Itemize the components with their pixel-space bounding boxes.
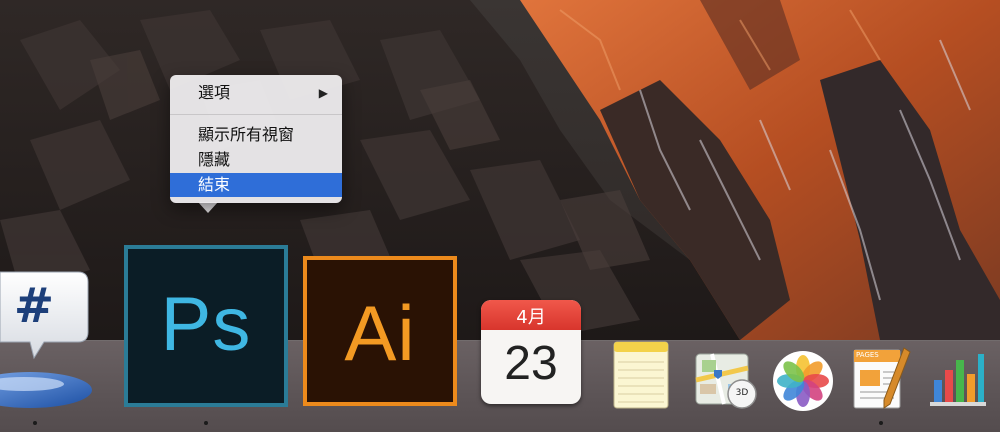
menu-item-quit[interactable]: 結束 xyxy=(170,173,342,197)
running-indicator-pages xyxy=(879,421,883,425)
calendar-header: 4月 xyxy=(481,300,581,330)
photoshop-letters: Ps xyxy=(160,282,252,367)
calendar-day: 23 xyxy=(504,337,558,390)
photoshop-icon[interactable]: Ps xyxy=(124,245,288,407)
menu-item-show-all-windows-label: 顯示所有視窗 xyxy=(198,125,295,144)
calendar-card: 4月 23 xyxy=(481,300,581,404)
menu-item-hide-label: 隱藏 xyxy=(198,150,231,169)
dock-context-menu: 選項 ▶ 顯示所有視窗 隱藏 結束 xyxy=(170,75,342,203)
menu-item-quit-label: 結束 xyxy=(198,175,231,194)
illustrator-letters: Ai xyxy=(344,289,416,377)
hashtag-app-icon[interactable]: # xyxy=(0,266,92,426)
menu-separator xyxy=(170,114,342,115)
photos-icon[interactable] xyxy=(772,350,834,412)
pages-icon[interactable]: PAGES xyxy=(850,346,912,412)
pages-label: PAGES xyxy=(856,351,879,359)
hashtag-symbol: # xyxy=(13,278,55,334)
menu-item-show-all-windows[interactable]: 顯示所有視窗 xyxy=(170,123,342,147)
calendar-month: 4月 xyxy=(516,307,546,328)
illustrator-icon[interactable]: Ai xyxy=(303,256,457,406)
menu-item-options[interactable]: 選項 ▶ xyxy=(170,81,342,105)
menu-item-options-label: 選項 xyxy=(198,83,231,102)
running-indicator-photoshop xyxy=(204,421,208,425)
maps-3d-badge: 3D xyxy=(735,388,749,398)
context-menu-pointer xyxy=(198,202,218,213)
running-indicator-hashtag xyxy=(33,421,37,425)
maps-icon[interactable]: 3D xyxy=(694,350,758,410)
submenu-arrow-icon: ▶ xyxy=(318,86,328,100)
calendar-icon[interactable]: 4月 23 xyxy=(481,300,581,406)
menu-item-hide[interactable]: 隱藏 xyxy=(170,148,342,172)
notes-icon[interactable] xyxy=(612,340,670,410)
numbers-icon[interactable] xyxy=(928,350,988,410)
